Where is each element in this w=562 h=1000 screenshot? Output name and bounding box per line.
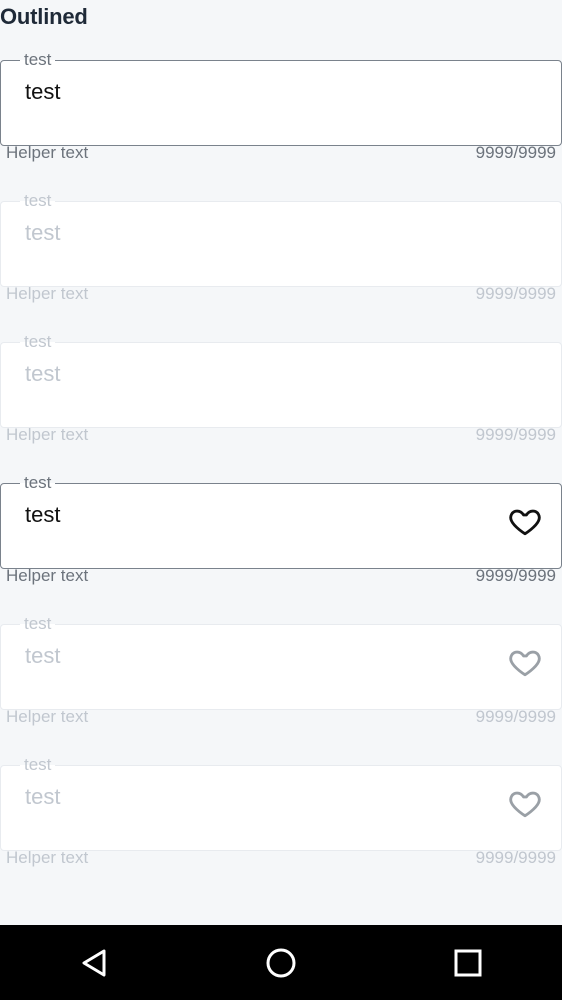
helper-text: Helper text	[6, 848, 89, 867]
heart-icon	[508, 645, 542, 679]
field-label: test	[20, 192, 56, 210]
character-counter: 9999/9999	[475, 143, 556, 162]
field-label: test	[20, 333, 56, 351]
character-counter: 9999/9999	[475, 284, 556, 303]
character-counter: 9999/9999	[475, 566, 556, 585]
text-field-outlined[interactable]: test test Helper text 9999/9999	[0, 51, 562, 181]
helper-text: Helper text	[6, 143, 89, 162]
field-input: test	[25, 643, 61, 668]
system-navigation-bar	[0, 925, 562, 1000]
back-icon[interactable]	[76, 945, 112, 981]
character-counter: 9999/9999	[475, 425, 556, 444]
field-input: test	[25, 361, 61, 386]
field-label: test	[20, 474, 56, 492]
recents-icon[interactable]	[450, 945, 486, 981]
section-title: Outlined	[0, 4, 88, 29]
field-outline[interactable]	[0, 60, 562, 146]
field-outline	[0, 201, 562, 287]
character-counter: 9999/9999	[475, 848, 556, 867]
field-outline	[0, 624, 562, 710]
text-field-outlined-with-icon[interactable]: test test Helper text 9999/9999	[0, 474, 562, 604]
field-label: test	[20, 756, 56, 774]
text-field-outlined-disabled: test test Helper text 9999/9999	[0, 333, 562, 463]
field-outline	[0, 765, 562, 851]
helper-text: Helper text	[6, 566, 89, 585]
heart-icon	[508, 786, 542, 820]
home-icon[interactable]	[263, 945, 299, 981]
field-input[interactable]: test	[25, 79, 60, 105]
field-label: test	[20, 615, 56, 633]
character-counter: 9999/9999	[475, 707, 556, 726]
field-label: test	[20, 51, 56, 69]
screen: Outlined test test Helper text 9999/9999…	[0, 0, 562, 1000]
helper-text: Helper text	[6, 707, 89, 726]
text-field-outlined-disabled: test test Helper text 9999/9999	[0, 192, 562, 322]
field-outline[interactable]	[0, 483, 562, 569]
helper-text: Helper text	[6, 284, 89, 303]
field-input: test	[25, 220, 61, 245]
field-input: test	[25, 784, 61, 809]
field-outline	[0, 342, 562, 428]
text-field-outlined-with-icon-disabled: test test Helper text 9999/9999	[0, 615, 562, 745]
heart-icon[interactable]	[508, 504, 542, 538]
helper-text: Helper text	[6, 425, 89, 444]
text-field-outlined-with-icon-disabled: test test Helper text 9999/9999	[0, 756, 562, 886]
field-input[interactable]: test	[25, 502, 60, 528]
